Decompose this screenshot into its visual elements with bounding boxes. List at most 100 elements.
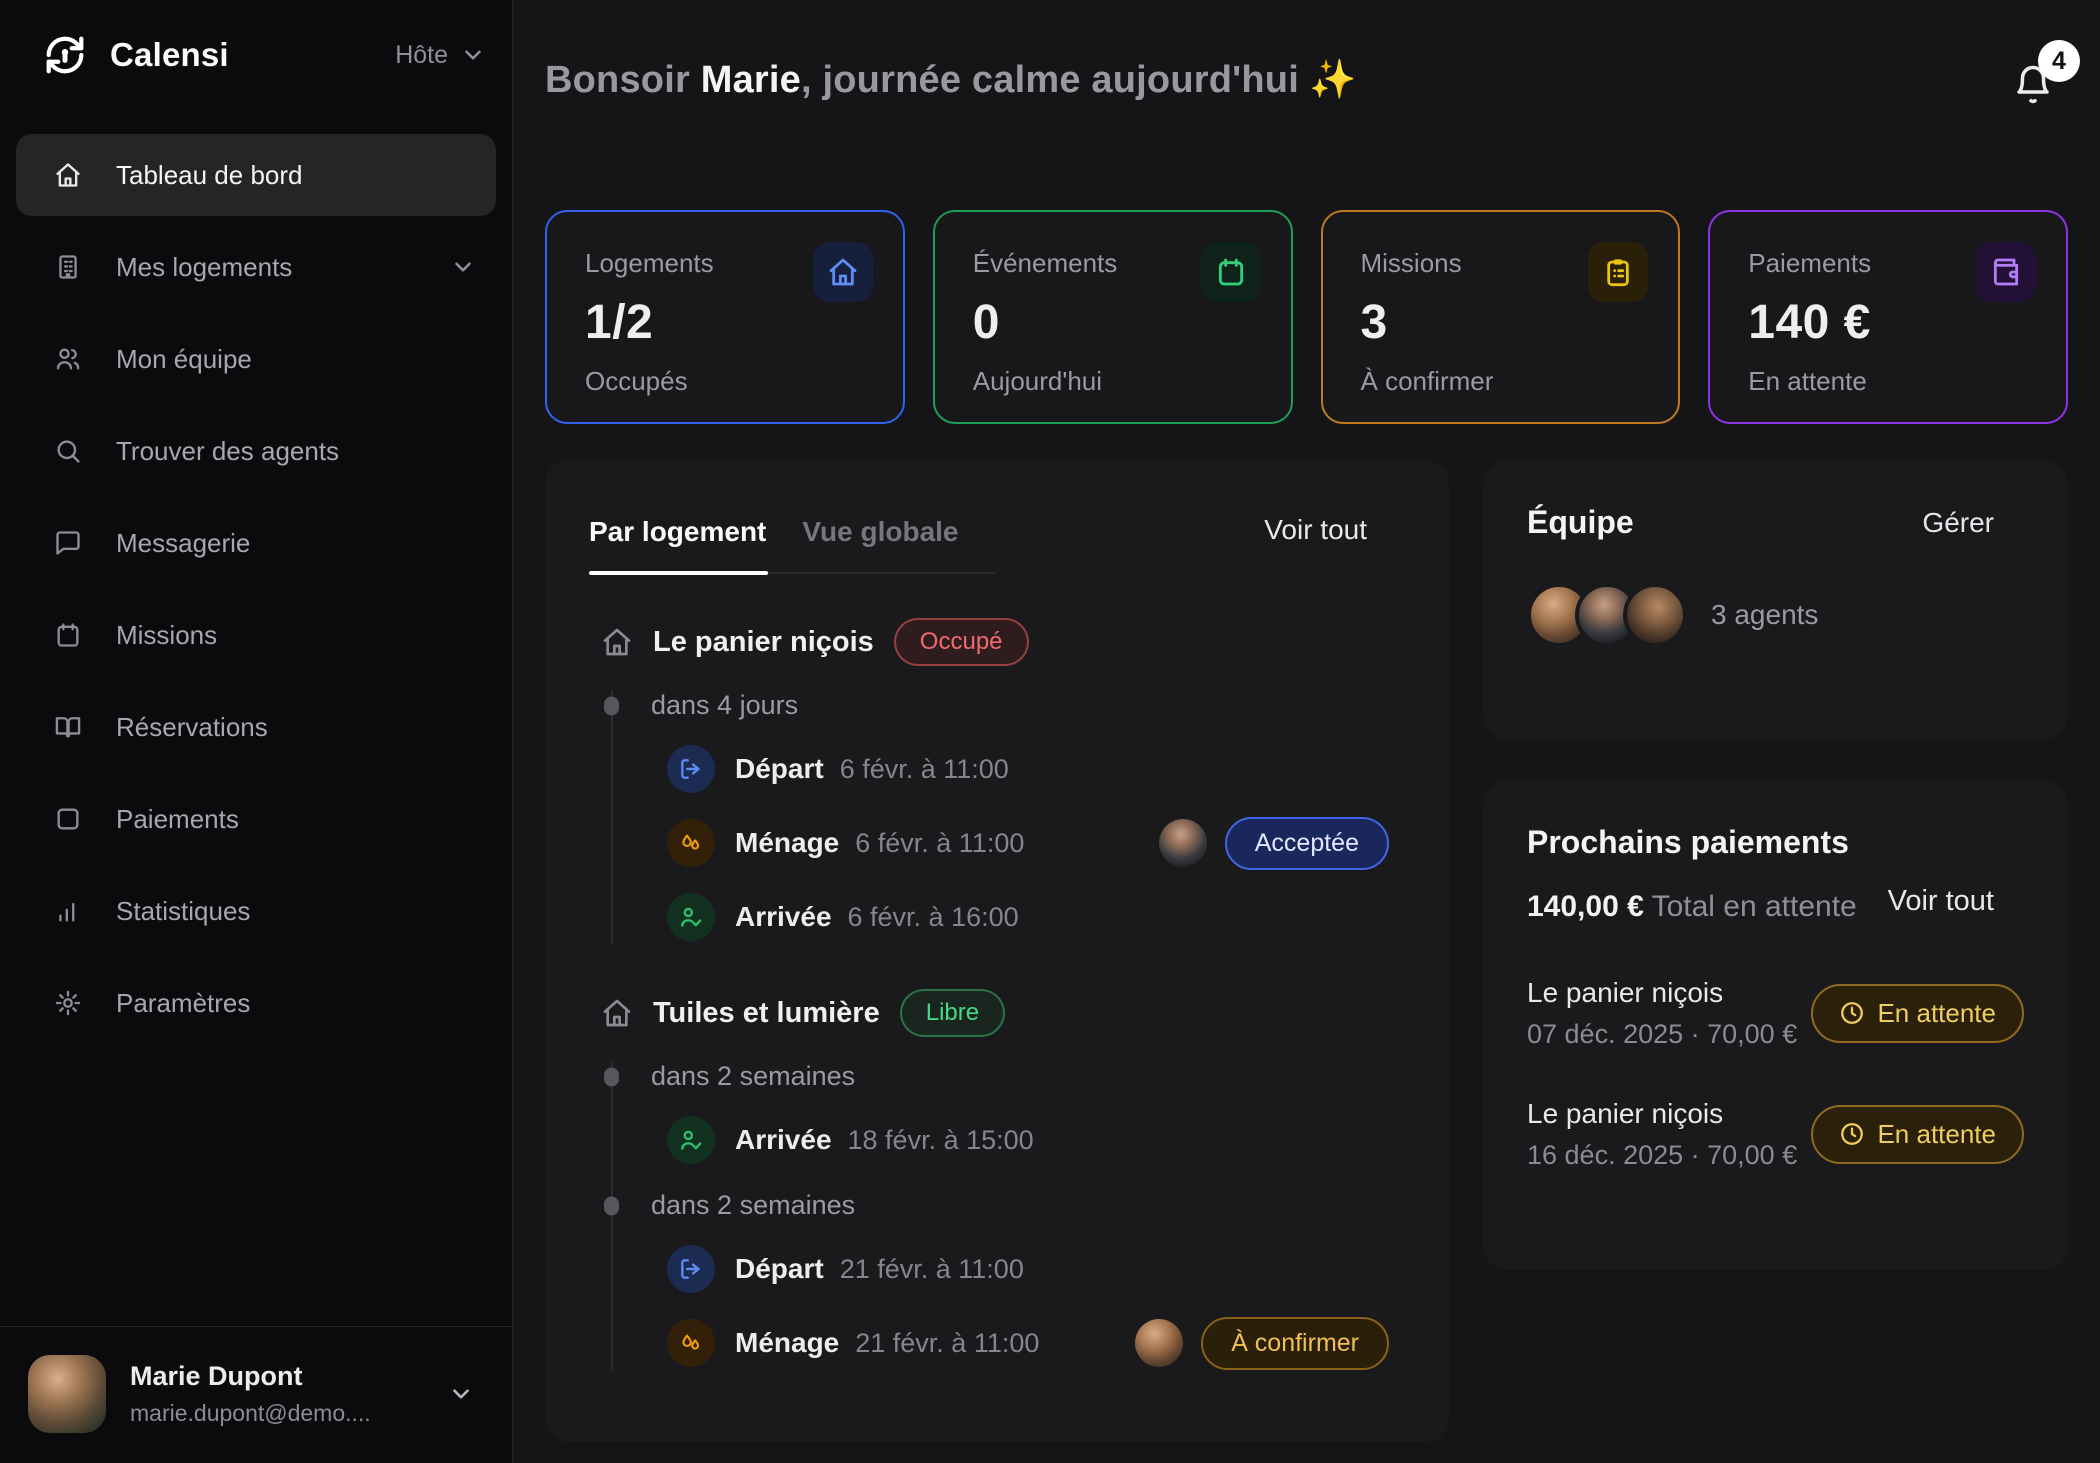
payment-status-label: En attente	[1877, 998, 1996, 1029]
sidebar-item-label: Mes logements	[116, 252, 292, 283]
payment-date-amount: 07 déc. 2025 · 70,00 €	[1527, 1019, 1797, 1050]
stat-sub: En attente	[1748, 366, 2028, 397]
tab-par-logement[interactable]: Par logement	[589, 506, 802, 572]
sidebar-item-logements[interactable]: Mes logements	[16, 226, 496, 308]
chat-icon	[54, 529, 82, 557]
chevron-down-icon	[448, 1381, 474, 1407]
arrival-icon	[667, 1116, 715, 1164]
stat-card-evenements[interactable]: Événements 0 Aujourd'hui	[933, 210, 1293, 424]
payment-property: Le panier niçois	[1527, 1098, 1797, 1130]
timeline-event[interactable]: Arrivée 18 févr. à 15:00	[667, 1112, 1409, 1168]
sidebar-item-label: Statistiques	[116, 896, 250, 927]
sidebar-item-statistiques[interactable]: Statistiques	[16, 870, 496, 952]
stat-card-missions[interactable]: Missions 3 À confirmer	[1321, 210, 1681, 424]
header: Bonsoir Marie, journée calme aujourd'hui…	[545, 58, 2068, 106]
user-email: marie.dupont@demo....	[130, 1400, 371, 1427]
brand-row: Calensi Hôte	[0, 0, 512, 78]
timeline-event[interactable]: Ménage 21 févr. à 11:00 À confirmer	[667, 1315, 1409, 1371]
page-greeting: Bonsoir Marie, journée calme aujourd'hui…	[545, 58, 1357, 102]
departure-icon	[667, 1245, 715, 1293]
card-icon	[54, 805, 82, 833]
sidebar-item-equipe[interactable]: Mon équipe	[16, 318, 496, 400]
tab-vue-globale[interactable]: Vue globale	[802, 506, 994, 572]
home-icon	[601, 626, 633, 658]
sidebar-item-label: Messagerie	[116, 528, 250, 559]
cleaning-icon	[667, 1319, 715, 1367]
payments-see-all-link[interactable]: Voir tout	[1888, 885, 1994, 918]
property-name: Tuiles et lumière	[653, 997, 880, 1030]
arrival-icon	[667, 893, 715, 941]
stat-value: 0	[973, 295, 1253, 350]
timeline-event[interactable]: Arrivée 6 févr. à 16:00	[667, 889, 1409, 945]
payment-row[interactable]: Le panier niçois 07 déc. 2025 · 70,00 € …	[1527, 977, 2024, 1050]
book-open-icon	[54, 713, 82, 741]
notification-badge: 4	[2038, 40, 2080, 82]
stat-card-paiements[interactable]: Paiements 140 € En attente	[1708, 210, 2068, 424]
sidebar-item-label: Réservations	[116, 712, 268, 743]
user-menu[interactable]: Marie Dupont marie.dupont@demo....	[0, 1326, 512, 1463]
sidebar-item-agents[interactable]: Trouver des agents	[16, 410, 496, 492]
sidebar-item-label: Mon équipe	[116, 344, 252, 375]
payments-title: Prochains paiements	[1527, 824, 1849, 861]
sidebar-item-dashboard[interactable]: Tableau de bord	[16, 134, 496, 216]
planning-see-all-link[interactable]: Voir tout	[1264, 506, 1367, 546]
sidebar-item-missions[interactable]: Missions	[16, 594, 496, 676]
calendar-icon	[1201, 242, 1261, 302]
sidebar-item-parametres[interactable]: Paramètres	[16, 962, 496, 1044]
stat-card-logements[interactable]: Logements 1/2 Occupés	[545, 210, 905, 424]
right-column: Équipe Gérer 3 agents Prochains paiement…	[1483, 460, 2068, 1270]
event-time: 21 févr. à 11:00	[855, 1328, 1039, 1359]
avatar	[28, 1355, 106, 1433]
payments-total-note: Total en attente	[1644, 890, 1857, 923]
planning-panel: Par logement Vue globale Voir tout Le pa…	[545, 460, 1449, 1442]
sidebar-item-reservations[interactable]: Réservations	[16, 686, 496, 768]
payment-status-badge: En attente	[1811, 1105, 2024, 1164]
home-icon	[601, 997, 633, 1029]
notifications-button[interactable]: 4	[2012, 64, 2054, 106]
timeline-when: dans 2 semaines	[651, 1061, 1409, 1092]
event-label: Arrivée	[735, 901, 832, 933]
property-header: Le panier niçois Occupé	[601, 618, 1409, 666]
sidebar-item-label: Trouver des agents	[116, 436, 339, 467]
timeline-event[interactable]: Départ 21 févr. à 11:00	[667, 1241, 1409, 1297]
team-manage-link[interactable]: Gérer	[1922, 507, 1994, 539]
sidebar: Calensi Hôte Tableau de bord Mes logemen…	[0, 0, 513, 1463]
stat-sub: À confirmer	[1361, 366, 1641, 397]
team-title: Équipe	[1527, 504, 1634, 541]
payment-status-badge: En attente	[1811, 984, 2024, 1043]
timeline-event[interactable]: Ménage 6 févr. à 11:00 Acceptée	[667, 815, 1409, 871]
event-time: 21 févr. à 11:00	[840, 1254, 1024, 1285]
greeting-username: Marie	[701, 59, 801, 101]
content-row: Par logement Vue globale Voir tout Le pa…	[545, 460, 2068, 1442]
sidebar-item-label: Paiements	[116, 804, 239, 835]
home-icon	[54, 161, 82, 189]
payments-total: 140,00 € Total en attente	[1527, 885, 1857, 929]
sidebar-item-label: Missions	[116, 620, 217, 651]
event-label: Ménage	[735, 827, 839, 859]
sidebar-item-paiements[interactable]: Paiements	[16, 778, 496, 860]
event-time: 6 févr. à 11:00	[840, 754, 1009, 785]
stat-cards: Logements 1/2 Occupés Événements 0 Aujou…	[545, 210, 2068, 424]
property-timeline: dans 2 semaines Arrivée 18 févr. à 15:00…	[611, 1061, 1409, 1371]
agent-avatar	[1623, 583, 1687, 647]
sidebar-item-label: Paramètres	[116, 988, 250, 1019]
event-label: Départ	[735, 1253, 824, 1285]
sidebar-item-messagerie[interactable]: Messagerie	[16, 502, 496, 584]
greeting-prefix: Bonsoir	[545, 59, 701, 101]
event-label: Ménage	[735, 1327, 839, 1359]
timeline-event[interactable]: Départ 6 févr. à 11:00	[667, 741, 1409, 797]
clock-icon	[1839, 1121, 1865, 1147]
wallet-icon	[1976, 242, 2036, 302]
gear-icon	[54, 989, 82, 1017]
stat-value: 1/2	[585, 295, 865, 350]
calendar-icon	[54, 621, 82, 649]
users-icon	[54, 345, 82, 373]
calensi-logo-icon	[42, 32, 88, 78]
sidebar-item-label: Tableau de bord	[116, 160, 302, 191]
stat-sub: Occupés	[585, 366, 865, 397]
payment-row[interactable]: Le panier niçois 16 déc. 2025 · 70,00 € …	[1527, 1098, 2024, 1171]
brand-name: Calensi	[110, 36, 229, 74]
building-icon	[54, 253, 82, 281]
role-switcher[interactable]: Hôte	[395, 41, 486, 70]
agents-count: 3 agents	[1711, 599, 1818, 631]
